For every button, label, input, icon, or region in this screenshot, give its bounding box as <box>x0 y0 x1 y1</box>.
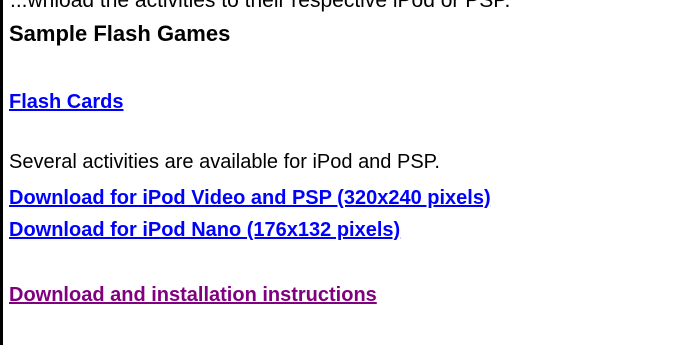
download-ipod-nano-link[interactable]: Download for iPod Nano (176x132 pixels) <box>9 219 400 242</box>
activities-description: Several activities are available for iPo… <box>9 151 440 173</box>
download-ipod-video-psp-link[interactable]: Download for iPod Video and PSP (320x240… <box>9 187 491 210</box>
left-border <box>0 0 3 345</box>
installation-instructions-link[interactable]: Download and installation instructions <box>9 284 377 307</box>
cut-off-intro-text: ...wnload the activities to their respec… <box>10 0 511 12</box>
flash-cards-link[interactable]: Flash Cards <box>9 91 123 114</box>
section-heading: Sample Flash Games <box>9 21 231 46</box>
